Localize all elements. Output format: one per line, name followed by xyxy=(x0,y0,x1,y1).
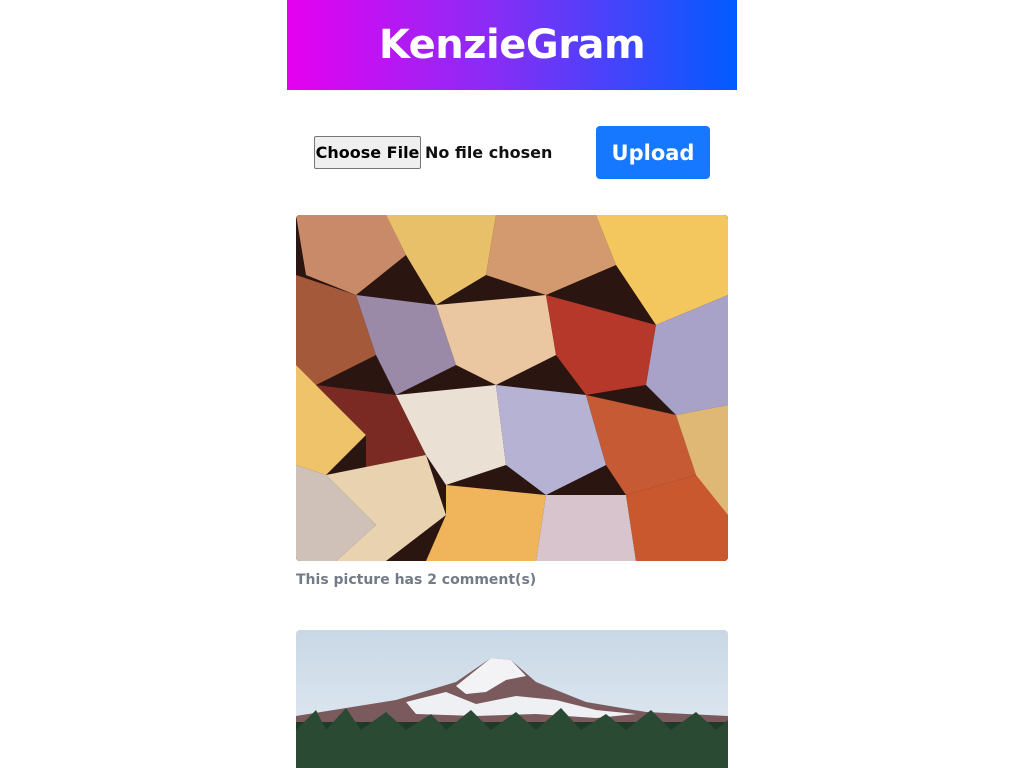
upload-form: Choose File No file chosen Upload xyxy=(314,126,710,179)
file-status-text: No file chosen xyxy=(425,143,553,162)
app-title: KenzieGram xyxy=(378,22,646,68)
kenziegram-page: KenzieGram Choose File No file chosen Up… xyxy=(0,0,1024,768)
upload-button[interactable]: Upload xyxy=(596,126,710,179)
snowy-mountain-image xyxy=(296,630,728,768)
autumn-leaves-image xyxy=(296,215,728,561)
autumn-leaves-photo[interactable] xyxy=(296,215,728,561)
header-banner: KenzieGram xyxy=(287,0,737,90)
snowy-mountain-photo[interactable] xyxy=(296,630,728,768)
comment-count: This picture has 2 comment(s) xyxy=(296,572,537,588)
choose-file-button[interactable]: Choose File xyxy=(314,136,421,169)
